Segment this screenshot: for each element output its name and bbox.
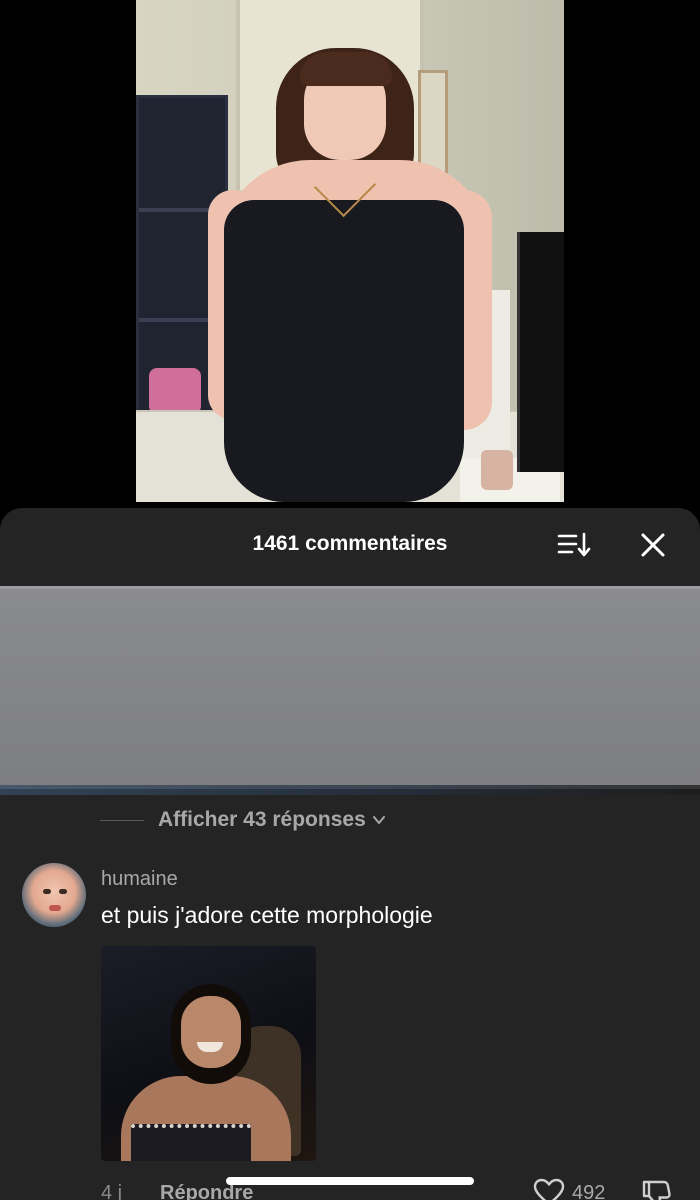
replies-divider xyxy=(100,819,144,821)
video-player[interactable] xyxy=(136,0,564,502)
video-candle xyxy=(481,450,513,490)
dislike-icon[interactable] xyxy=(640,1178,672,1200)
comments-header: 1461 commentaires xyxy=(0,508,700,584)
comment-text: et puis j'adore cette morphologie xyxy=(101,902,433,928)
screen: 1461 commentaires Afficher 43 réponses h… xyxy=(0,0,700,1200)
avatar[interactable] xyxy=(22,863,86,927)
video-person-bangs xyxy=(300,52,392,86)
close-icon[interactable] xyxy=(636,528,670,562)
like-count: 492 xyxy=(572,1182,606,1200)
view-replies-label: Afficher 43 réponses xyxy=(158,808,366,831)
comment-attached-image[interactable] xyxy=(101,946,316,1161)
comment-time: 4 j xyxy=(101,1182,123,1200)
video-tv xyxy=(517,232,564,472)
sort-icon[interactable] xyxy=(556,530,592,560)
video-person-dress xyxy=(224,200,464,502)
heart-icon[interactable] xyxy=(533,1178,565,1200)
home-indicator[interactable] xyxy=(226,1177,474,1185)
redacted-comment-block xyxy=(0,586,700,795)
comments-count-title: 1461 commentaires xyxy=(252,532,448,555)
chevron-down-icon xyxy=(372,816,385,824)
video-frame xyxy=(418,70,448,176)
comment-username[interactable]: humaine xyxy=(101,868,178,891)
view-replies-button[interactable]: Afficher 43 réponses xyxy=(100,805,386,835)
